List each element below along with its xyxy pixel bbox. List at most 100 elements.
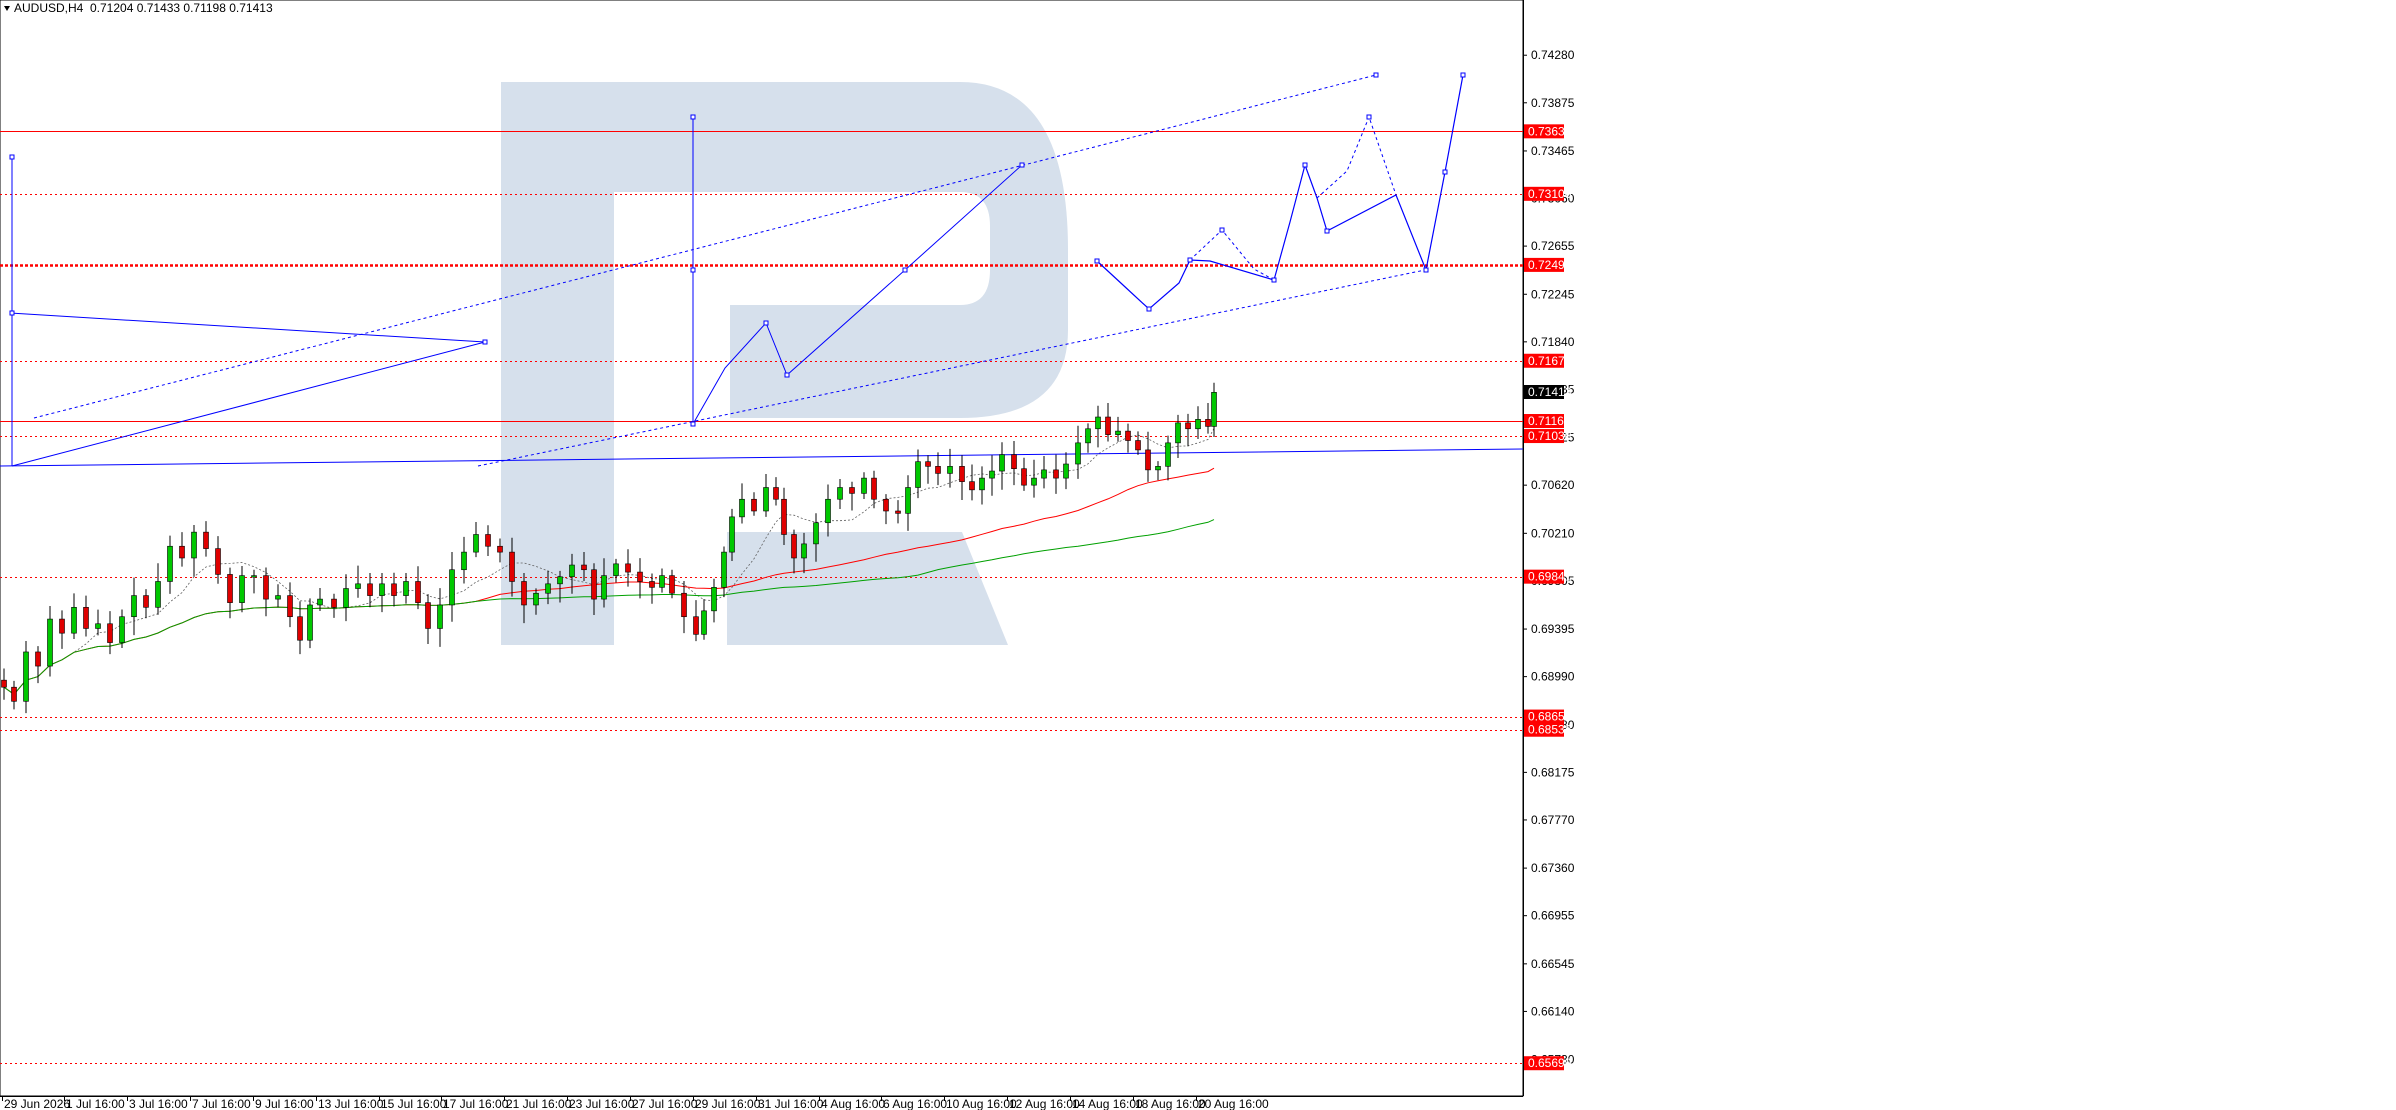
candle	[979, 466, 985, 505]
candle-body	[569, 564, 575, 578]
forecast-segment	[11, 341, 486, 467]
candle	[461, 536, 467, 584]
candle-body	[449, 569, 455, 606]
candle	[155, 563, 161, 615]
time-tick-label: 29 Jul 16:00	[695, 1097, 761, 1110]
level-badge: 0.73632	[1524, 124, 1572, 139]
candle-body	[813, 522, 819, 545]
candle	[905, 475, 911, 531]
candle-body	[791, 534, 797, 559]
forecast-node	[1423, 267, 1429, 273]
candle	[751, 492, 757, 516]
candle-body	[895, 510, 901, 514]
candle-body	[637, 571, 643, 582]
candle	[659, 568, 665, 593]
candle	[721, 546, 727, 598]
price-tick-label: 0.67770	[1531, 813, 1575, 827]
candle-body	[485, 534, 491, 547]
candle-body	[461, 551, 467, 571]
time-tick-label: 14 Aug 16:00	[1072, 1097, 1143, 1110]
forecast-node	[1302, 162, 1308, 168]
candle-body	[1021, 468, 1027, 486]
candle	[239, 565, 245, 613]
time-tick-label: 17 Jul 16:00	[443, 1097, 509, 1110]
candle-body	[581, 564, 587, 571]
candle-body	[355, 583, 361, 589]
candle-body	[729, 516, 735, 553]
candle	[739, 483, 745, 524]
candle-body	[1115, 430, 1121, 435]
forecast-node	[1271, 277, 1277, 283]
candle-body	[83, 607, 89, 629]
candle	[861, 472, 867, 500]
current-price-badge: 0.71413	[1524, 384, 1572, 399]
candle-body	[1041, 469, 1047, 479]
candle-body	[837, 487, 843, 500]
forecast-node	[1324, 228, 1330, 234]
candle-body	[379, 583, 385, 596]
price-chart[interactable]: 0.742800.738750.734650.730600.726550.722…	[0, 0, 2396, 1110]
candle	[317, 588, 323, 611]
candle-body	[1175, 422, 1181, 444]
candle-body	[521, 581, 527, 606]
candle	[263, 567, 269, 617]
candle-body	[263, 575, 269, 600]
candle-body	[403, 581, 409, 596]
time-tick-label: 3 Jul 16:00	[129, 1097, 188, 1110]
candle-body	[1145, 449, 1151, 471]
candle	[1145, 431, 1151, 482]
candle-body	[1135, 440, 1141, 451]
level-badge: 0.68650	[1524, 709, 1572, 724]
level-badge-label: 0.68538	[1528, 723, 1572, 737]
candle	[681, 580, 687, 634]
candle-body	[711, 587, 717, 612]
forecast-node	[1442, 169, 1448, 175]
candle-body	[849, 487, 855, 494]
price-tick-label: 0.70210	[1531, 526, 1575, 540]
candle-body	[1085, 428, 1091, 444]
candle	[215, 536, 221, 584]
candle-body	[781, 498, 787, 535]
price-tick-label: 0.68175	[1531, 765, 1575, 779]
level-badge-label: 0.68650	[1528, 710, 1572, 724]
time-tick-label: 1 Jul 16:00	[66, 1097, 125, 1110]
chart-area[interactable]: 0.742800.738750.734650.730600.726550.722…	[0, 0, 2396, 1110]
price-tick-label: 0.66545	[1531, 957, 1575, 971]
time-tick-label: 6 Aug 16:00	[883, 1097, 947, 1110]
candle	[83, 595, 89, 637]
price-tick-label: 0.66140	[1531, 1004, 1575, 1018]
candle-body	[1011, 454, 1017, 470]
candle-body	[935, 466, 941, 474]
time-tick-label: 9 Jul 16:00	[255, 1097, 314, 1110]
candle-body	[343, 588, 349, 608]
candle-body	[751, 498, 757, 512]
time-tick-label: 12 Aug 16:00	[1009, 1097, 1080, 1110]
candle	[625, 549, 631, 587]
time-axis[interactable]: 29 Jun 20261 Jul 16:00 3 Jul 16:00 7 Jul 1…	[0, 1096, 1523, 1110]
candle-body	[473, 534, 479, 553]
forecast-alt-segment	[1189, 229, 1275, 281]
price-tick-label: 0.73875	[1531, 96, 1575, 110]
candle	[131, 577, 137, 636]
candle	[935, 452, 941, 486]
price-tick-label: 0.73465	[1531, 144, 1575, 158]
triangle-down-icon[interactable]	[4, 6, 10, 11]
candle-body	[533, 592, 539, 606]
price-axis[interactable]: 0.742800.738750.734650.730600.726550.722…	[1523, 0, 1575, 1096]
level-badge-label: 0.65699	[1528, 1056, 1572, 1070]
time-tick-label: 18 Aug 16:00	[1135, 1097, 1206, 1110]
forecast-node	[1019, 162, 1025, 168]
candle	[649, 573, 655, 604]
candle-body	[1075, 442, 1081, 465]
candle-body	[693, 616, 699, 635]
forecast-node	[902, 267, 908, 273]
level-badge-label: 0.71038	[1528, 429, 1572, 443]
candle-body	[763, 487, 769, 512]
forecast-node	[9, 310, 15, 316]
candle	[711, 578, 717, 623]
forecast-node	[1187, 257, 1193, 263]
forecast-node	[1219, 227, 1225, 233]
time-tick-label: 31 Jul 16:00	[758, 1097, 824, 1110]
candle	[1041, 455, 1047, 489]
candle-body	[35, 651, 41, 667]
